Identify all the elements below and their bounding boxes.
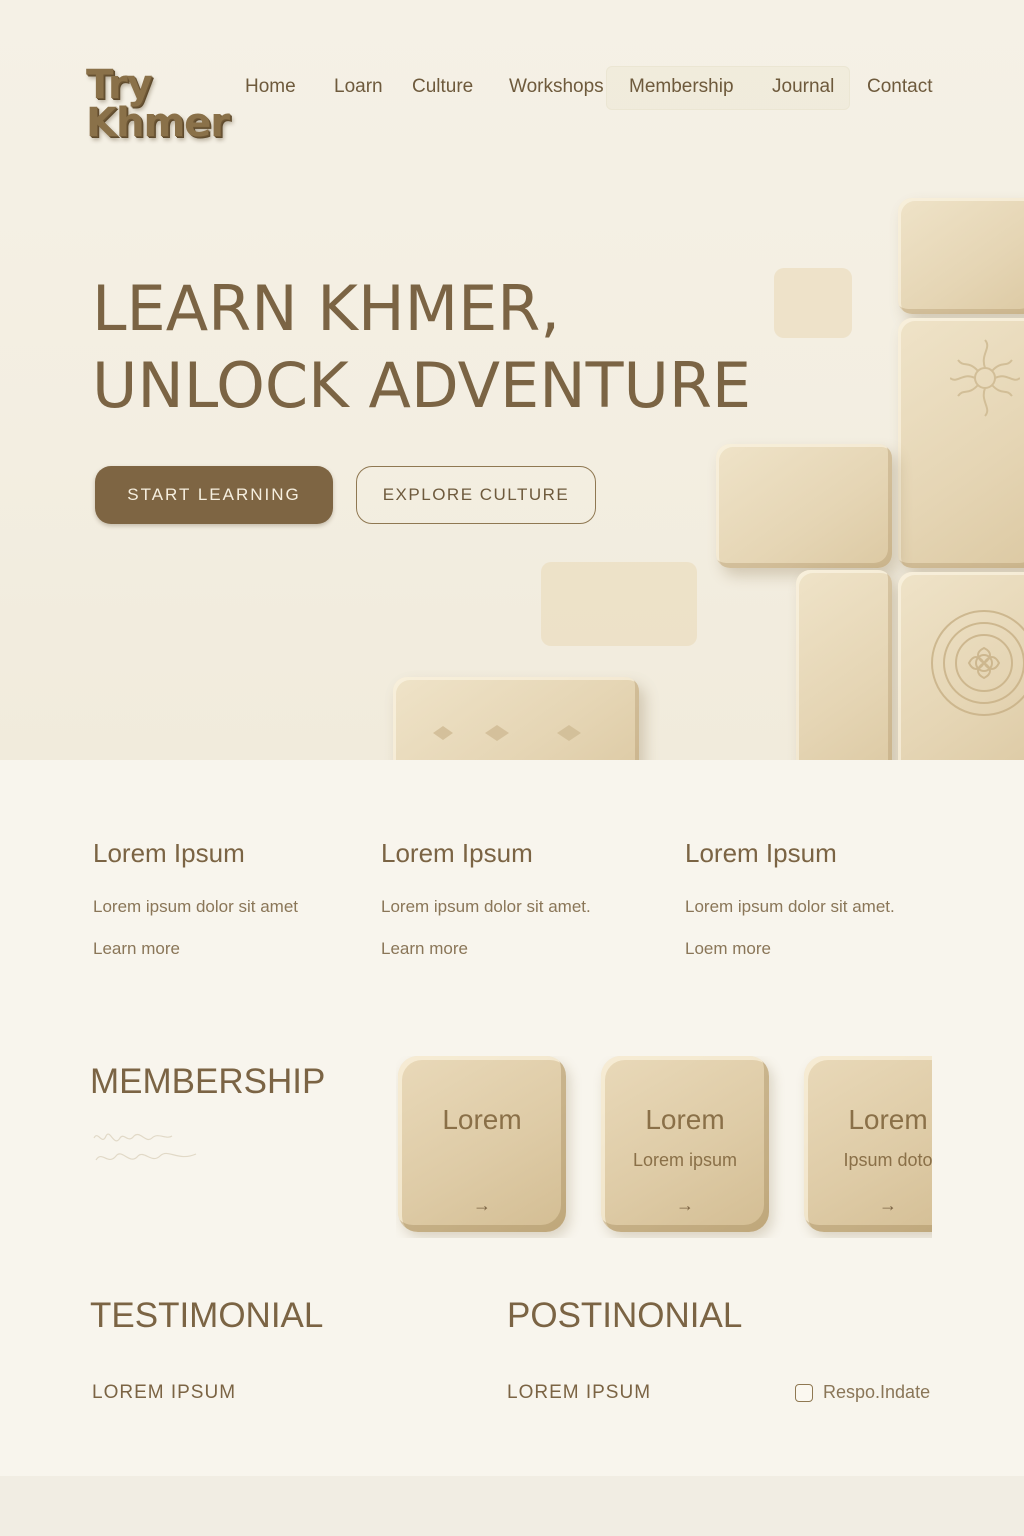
membership-card[interactable]: Lorem Lorem ipsum → xyxy=(601,1056,769,1232)
respond-checkbox-label: Respo.Indate xyxy=(823,1382,931,1402)
feature-column: Lorem Ipsum Lorem ipsum dolor sit amet. … xyxy=(685,838,955,959)
handwritten-script-decoration xyxy=(93,1133,197,1161)
arrow-right-icon: → xyxy=(676,1195,694,1215)
hero-section: Try Khmer Home Loarn Culture Workshops M… xyxy=(0,0,1024,760)
feature-title: Lorem Ipsum xyxy=(685,838,837,868)
arrow-right-icon: → xyxy=(473,1195,491,1215)
membership-card-title: Lorem xyxy=(848,1104,928,1135)
feature-text: Lorem ipsum dolor sit amet. xyxy=(381,897,591,916)
membership-card-title: Lorem xyxy=(645,1104,725,1135)
nav-item-contact[interactable]: Contact xyxy=(867,76,932,98)
nav-item-home[interactable]: Home xyxy=(245,76,296,98)
feature-learn-more-link[interactable]: Loem more xyxy=(685,939,955,959)
brand-logo[interactable]: Try Khmer xyxy=(86,62,246,146)
hero-headline: LEARN KHMER, UNLOCK ADVENTURE xyxy=(92,270,751,424)
decorative-tile xyxy=(774,268,852,338)
decorative-tile xyxy=(716,444,892,568)
feature-column: Lorem Ipsum Lorem ipsum dolor sit amet. … xyxy=(381,838,651,959)
decorative-tile-carved xyxy=(393,677,639,760)
nav-item-workshops[interactable]: Workshops xyxy=(509,76,604,98)
hero-headline-line2: UNLOCK ADVENTURE xyxy=(92,349,752,422)
decorative-tile xyxy=(796,570,892,760)
hero-headline-line1: LEARN KHMER, xyxy=(92,272,561,345)
explore-culture-button[interactable]: EXPLORE CULTURE xyxy=(356,466,596,524)
decorative-tile-carved xyxy=(898,572,1024,760)
membership-card[interactable]: Lorem → xyxy=(398,1056,566,1232)
respond-checkbox[interactable] xyxy=(795,1383,813,1402)
postinonial-label: LOREM IPSUM xyxy=(507,1382,652,1403)
nav-item-membership[interactable]: Membership xyxy=(629,76,734,98)
respond-checkbox-row[interactable]: Respo.Indate xyxy=(795,1382,930,1403)
brand-logo-line1: Try xyxy=(86,62,153,108)
brand-logo-line2: Khmer xyxy=(86,100,230,146)
start-learning-button[interactable]: START LEARNING xyxy=(95,466,333,524)
testimonial-title: TESTIMONIAL xyxy=(90,1296,324,1335)
khmer-flower-motif-icon xyxy=(950,339,1020,417)
postinonial-title: POSTINONIAL xyxy=(507,1296,743,1335)
khmer-rosette-motif-icon xyxy=(931,610,1024,716)
diamond-pattern-icon xyxy=(433,725,581,741)
membership-title: MEMBERSHIP xyxy=(90,1062,326,1101)
feature-title: Lorem Ipsum xyxy=(93,838,245,868)
feature-title: Lorem Ipsum xyxy=(381,838,533,868)
feature-learn-more-link[interactable]: Learn more xyxy=(93,939,363,959)
feature-text: Lorem ipsum dolor sit amet xyxy=(93,897,299,916)
nav-item-culture[interactable]: Culture xyxy=(412,76,473,98)
nav-item-learn[interactable]: Loarn xyxy=(334,76,383,98)
membership-cards: Lorem → Lorem Lorem ipsum → Lorem Ipsum … xyxy=(396,1056,932,1238)
feature-column: Lorem Ipsum Lorem ipsum dolor sit amet L… xyxy=(93,838,363,959)
membership-card-subtitle: Lorem ipsum xyxy=(632,1150,738,1170)
feature-learn-more-link[interactable]: Learn more xyxy=(381,939,651,959)
decorative-tile xyxy=(898,198,1024,314)
feature-text: Lorem ipsum dolor sit amet. xyxy=(685,897,895,916)
nav-item-journal[interactable]: Journal xyxy=(772,76,834,98)
membership-card-subtitle: Ipsum doto xyxy=(843,1150,932,1170)
footer-band xyxy=(0,1476,1024,1536)
decorative-tile xyxy=(541,562,697,646)
membership-card-title: Lorem xyxy=(442,1104,522,1135)
decorative-tile-carved xyxy=(898,318,1024,568)
arrow-right-icon: → xyxy=(879,1195,897,1215)
testimonial-label: LOREM IPSUM xyxy=(92,1382,237,1403)
membership-card[interactable]: Lorem Ipsum doto → xyxy=(804,1056,932,1232)
